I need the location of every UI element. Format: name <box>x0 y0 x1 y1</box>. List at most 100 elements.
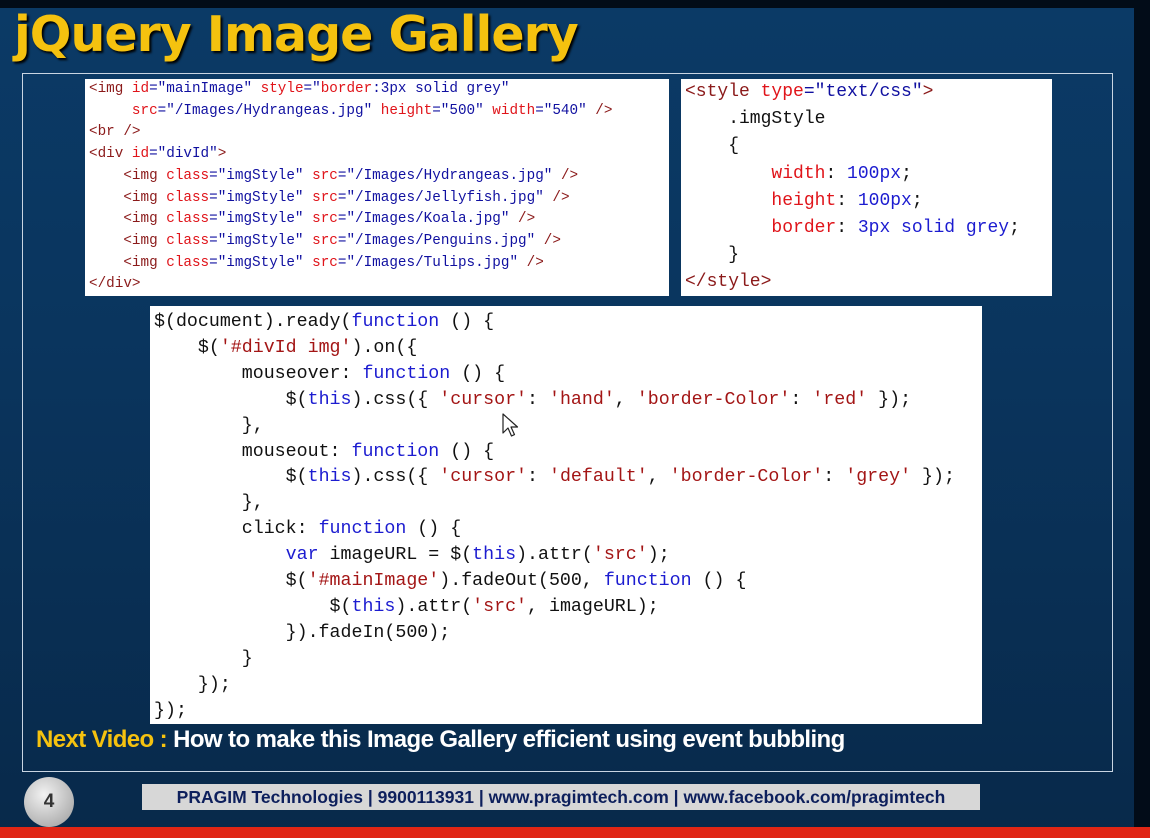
html-code-panel: <img id="mainImage" style="border:3px so… <box>85 79 669 296</box>
code-line: .imgStyle <box>685 109 825 129</box>
code-token: :3px solid grey" <box>372 81 510 97</box>
code-token: ="divId" <box>149 146 218 163</box>
code-token: ="/Images/Tulips.jpg" <box>337 254 527 271</box>
code-token: function <box>318 519 407 540</box>
code-token: 'cursor' <box>439 467 528 488</box>
code-token: ); <box>647 545 670 566</box>
code-token: () { <box>691 571 747 592</box>
code-token: ="500" <box>432 102 493 119</box>
code-token: ="imgStyle" <box>209 211 313 228</box>
code-token: , <box>614 389 637 410</box>
code-token: function <box>362 363 451 384</box>
code-token: mouseout: <box>154 441 352 462</box>
jquery-code-block: $(document).ready(function () { $('#divI… <box>150 306 982 724</box>
code-token: this <box>351 596 396 617</box>
code-token: <img <box>123 189 167 206</box>
code-line: <br /> <box>89 124 140 140</box>
code-token: src <box>312 254 338 271</box>
code-line: </style> <box>685 272 771 292</box>
code-token: this <box>472 545 517 566</box>
code-token: <div <box>89 146 132 163</box>
code-token: /> <box>595 102 613 119</box>
code-token: ="/Images/Penguins.jpg" <box>337 232 544 249</box>
code-token: () { <box>439 441 495 462</box>
code-line: <img class="imgStyle" src="/Images/Tulip… <box>89 254 543 271</box>
code-line: <div id="divId"> <box>89 146 226 162</box>
code-token: /> <box>552 189 570 206</box>
code-token: ="mainImage" <box>149 81 261 97</box>
code-token: ).on({ <box>351 337 418 358</box>
code-line: <img class="imgStyle" src="/Images/Jelly… <box>89 189 570 206</box>
code-token: } <box>154 648 253 669</box>
code-line: $(this).css({ 'cursor': 'hand', 'border-… <box>154 390 911 410</box>
code-token: height <box>380 102 433 119</box>
code-token: () { <box>450 363 506 384</box>
html-code-block: <img id="mainImage" style="border:3px so… <box>85 79 669 296</box>
code-token: width <box>771 163 826 184</box>
code-token: ="/Images/Hydrangeas.jpg" <box>157 102 381 119</box>
code-token: : <box>527 467 549 488</box>
code-token: this <box>307 467 352 488</box>
code-token: src <box>312 211 338 228</box>
code-token: id <box>131 81 150 97</box>
code-token: style <box>260 81 304 97</box>
code-token: /> <box>518 211 536 228</box>
code-token: 'red' <box>812 389 868 410</box>
code-token: <img <box>123 254 167 271</box>
code-token: <img <box>89 81 132 97</box>
code-token: width <box>492 102 536 119</box>
code-token: border <box>771 218 837 239</box>
next-video-text: How to make this Image Gallery efficient… <box>167 726 845 753</box>
code-token: </div> <box>89 276 141 293</box>
code-token: ="imgStyle" <box>209 254 313 271</box>
code-token: ).css({ <box>351 467 440 488</box>
code-token: 100px <box>857 190 912 211</box>
code-line: $('#mainImage').fadeOut(500, function ()… <box>154 571 747 592</box>
code-token: src <box>312 232 338 249</box>
code-token: class <box>166 167 210 184</box>
code-token: () { <box>406 519 462 540</box>
code-token: 'src' <box>472 596 528 617</box>
code-token: }); <box>154 700 187 721</box>
code-token: $(document).ready( <box>154 312 352 332</box>
code-token: <br /> <box>89 124 141 141</box>
code-token: }); <box>867 389 912 410</box>
code-token: $( <box>154 467 308 488</box>
code-token: 'cursor' <box>439 389 528 410</box>
code-line: </div> <box>89 276 140 292</box>
code-token: var <box>285 545 319 566</box>
code-token: ).attr( <box>395 596 473 617</box>
code-token: ="540" <box>535 102 596 119</box>
code-token: $( <box>154 337 220 358</box>
code-line: }); <box>154 701 187 721</box>
code-token: class <box>166 189 210 206</box>
code-token: { <box>685 136 740 157</box>
code-token: /> <box>543 232 561 249</box>
code-token: 3px solid grey <box>857 218 1010 239</box>
code-line: src="/Images/Hydrangeas.jpg" height="500… <box>89 102 613 119</box>
jquery-code-panel: $(document).ready(function () { $('#divI… <box>150 306 982 724</box>
code-token: $( <box>154 571 308 592</box>
code-token: </style> <box>685 272 772 293</box>
code-token: /> <box>560 167 579 184</box>
code-token: 'default' <box>548 467 648 488</box>
code-token: height <box>771 190 837 211</box>
code-token: }, <box>154 493 264 514</box>
next-video-caption: Next Video : How to make this Image Gall… <box>36 726 845 754</box>
code-token: : <box>836 218 858 239</box>
code-token: 'border-Color' <box>636 389 791 410</box>
code-line: border: 3px solid grey; <box>685 218 1019 239</box>
code-token: src <box>312 167 338 184</box>
css-code-block: <style type="text/css"> .imgStyle { widt… <box>681 79 1052 296</box>
code-line: }); <box>154 675 231 695</box>
code-token: function <box>351 312 440 332</box>
code-token: ="/Images/Hydrangeas.jpg" <box>337 167 561 184</box>
code-line: mouseover: function () { <box>154 364 505 384</box>
code-token: ="/Images/Koala.jpg" <box>337 211 519 228</box>
